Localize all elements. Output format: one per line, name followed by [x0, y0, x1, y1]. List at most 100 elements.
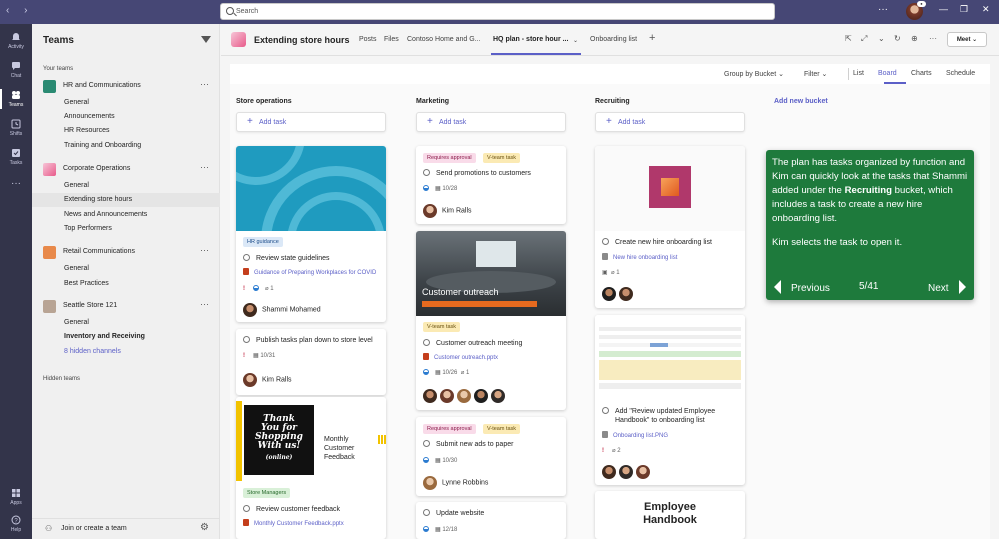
add-task-button[interactable]: + Add task	[416, 112, 566, 132]
back-forward-icon[interactable]: ‹ ›	[6, 5, 33, 16]
close-icon[interactable]: ✕	[982, 4, 990, 15]
more-options-icon[interactable]: ···	[200, 162, 209, 172]
view-board[interactable]: Board	[878, 70, 897, 77]
search-input[interactable]: Search	[220, 3, 775, 20]
team-corporate-operations[interactable]: Corporate Operations ···	[32, 161, 220, 177]
task-card[interactable]: Publish tasks plan down to store level !…	[236, 329, 386, 395]
tab-files[interactable]: Files	[384, 36, 399, 43]
channel-item[interactable]: General	[32, 262, 220, 276]
globe-icon[interactable]: ⊕	[911, 34, 918, 43]
attachment-link[interactable]: Guidance of Preparing Workplaces for COV…	[243, 268, 376, 276]
priority-icon: !	[602, 448, 604, 454]
maximize-icon[interactable]: ❐	[960, 4, 968, 15]
refresh-icon[interactable]: ↻	[894, 34, 901, 43]
complete-checkbox[interactable]	[602, 407, 609, 414]
add-bucket-button[interactable]: Add new bucket	[774, 98, 828, 105]
complete-checkbox[interactable]	[423, 440, 430, 447]
avatar[interactable]: ●	[906, 1, 926, 20]
channel-item[interactable]: General	[32, 316, 220, 330]
task-card[interactable]: Customer outreach V-team task Customer o…	[416, 231, 566, 410]
task-card[interactable]: Thank You for Shopping With us! (online)…	[236, 397, 386, 539]
team-retail-communications[interactable]: Retail Communications ···	[32, 244, 220, 260]
complete-checkbox[interactable]	[243, 336, 250, 343]
rail-apps[interactable]: Apps	[0, 484, 32, 510]
expand-icon[interactable]: ⤢	[861, 34, 867, 44]
complete-checkbox[interactable]	[423, 339, 430, 346]
more-options-icon[interactable]: ···	[200, 299, 209, 309]
bucket-title[interactable]: Store operations	[236, 98, 292, 105]
task-card[interactable]: HR guidance Review state guidelines Guid…	[236, 146, 386, 322]
complete-checkbox[interactable]	[423, 169, 430, 176]
previous-button[interactable]: Previous	[774, 280, 830, 294]
minimize-icon[interactable]: —	[939, 4, 948, 14]
team-seattle-store[interactable]: Seattle Store 121 ···	[32, 298, 220, 314]
more-options-icon[interactable]: ···	[200, 245, 209, 255]
rail-help[interactable]: ? Help	[0, 511, 32, 537]
next-button[interactable]: Next	[928, 280, 966, 294]
join-team-button[interactable]: Join or create a team	[61, 525, 127, 532]
tab-hq-plan[interactable]: HQ plan - store hour ...	[493, 36, 568, 43]
rail-tasks[interactable]: Tasks	[0, 144, 32, 170]
view-schedule[interactable]: Schedule	[946, 70, 975, 77]
complete-checkbox[interactable]	[602, 238, 609, 245]
more-options-icon[interactable]: ···	[200, 79, 209, 89]
filter-icon[interactable]	[201, 36, 211, 43]
channel-item[interactable]: Best Practices	[32, 277, 220, 291]
hidden-channels-link[interactable]: 8 hidden channels	[32, 345, 220, 359]
channel-item[interactable]: General	[32, 96, 220, 110]
tab-posts[interactable]: Posts	[359, 36, 377, 43]
attachment-link[interactable]: New hire onboarding list	[602, 253, 677, 261]
more-options-icon[interactable]: ···	[929, 34, 937, 43]
rail-activity[interactable]: Activity	[0, 28, 32, 54]
gear-icon[interactable]: ⚙	[200, 522, 209, 533]
bucket-title[interactable]: Recruiting	[595, 98, 630, 105]
team-hr-communications[interactable]: HR and Communications ···	[32, 78, 220, 94]
more-options-icon[interactable]: ···	[878, 4, 888, 15]
add-task-button[interactable]: + Add task	[595, 112, 745, 132]
complete-checkbox[interactable]	[243, 505, 250, 512]
progress-icon	[423, 526, 429, 532]
complete-checkbox[interactable]	[243, 254, 250, 261]
chevron-down-icon[interactable]: ⌄	[573, 37, 578, 44]
task-card[interactable]: Requires approval V-team task Submit new…	[416, 417, 566, 496]
chevron-down-icon[interactable]: ⌄	[878, 34, 885, 43]
tab-contoso-home[interactable]: Contoso Home and G...	[407, 36, 481, 43]
bucket-title[interactable]: Marketing	[416, 98, 449, 105]
filter-dropdown[interactable]: Filter ⌄	[804, 70, 827, 78]
channel-item[interactable]: Top Performers	[32, 222, 220, 236]
tasks-icon	[12, 149, 20, 157]
channel-item-active[interactable]: Extending store hours	[32, 193, 220, 207]
avatar	[619, 287, 633, 301]
popout-icon[interactable]: ⇱	[845, 34, 852, 43]
view-charts[interactable]: Charts	[911, 70, 932, 77]
tab-onboarding-list[interactable]: Onboarding list	[590, 36, 637, 43]
task-card[interactable]: Requires approval V-team task Send promo…	[416, 146, 566, 224]
add-task-button[interactable]: + Add task	[236, 112, 386, 132]
group-by-dropdown[interactable]: Group by Bucket ⌄	[724, 70, 784, 78]
rail-more[interactable]: ···	[0, 174, 32, 200]
task-title: Send promotions to customers	[423, 169, 531, 177]
rail-shifts[interactable]: Shifts	[0, 115, 32, 141]
channel-item[interactable]: Announcements	[32, 110, 220, 124]
add-task-label: Add task	[259, 119, 287, 126]
channel-item[interactable]: News and Announcements	[32, 208, 220, 222]
task-card[interactable]: Update website ▦ 12/18	[416, 502, 566, 539]
add-tab-icon[interactable]: +	[649, 32, 655, 44]
view-list[interactable]: List	[853, 70, 864, 77]
attachment-link[interactable]: Monthly Customer Feedback.pptx	[243, 519, 344, 527]
channel-item[interactable]: General	[32, 179, 220, 193]
attachment-link[interactable]: Customer outreach.pptx	[423, 353, 498, 361]
more-icon: ···	[11, 178, 21, 189]
channel-item[interactable]: Inventory and Receiving	[32, 330, 220, 344]
rail-chat[interactable]: Chat	[0, 57, 32, 83]
attachment-link[interactable]: Onboarding list.PNG	[602, 431, 668, 439]
channel-item[interactable]: Training and Onboarding	[32, 139, 220, 153]
task-card[interactable]: Add "Review updated Employee Handbook" t…	[595, 315, 745, 485]
join-team-icon: ⚇	[45, 524, 53, 533]
channel-item[interactable]: HR Resources	[32, 124, 220, 138]
meet-button[interactable]: Meet ⌄	[947, 32, 987, 47]
complete-checkbox[interactable]	[423, 509, 430, 516]
rail-teams[interactable]: Teams	[0, 86, 32, 112]
task-card[interactable]: Create new hire onboarding list New hire…	[595, 146, 745, 308]
task-card[interactable]: Employee Handbook	[595, 491, 745, 539]
